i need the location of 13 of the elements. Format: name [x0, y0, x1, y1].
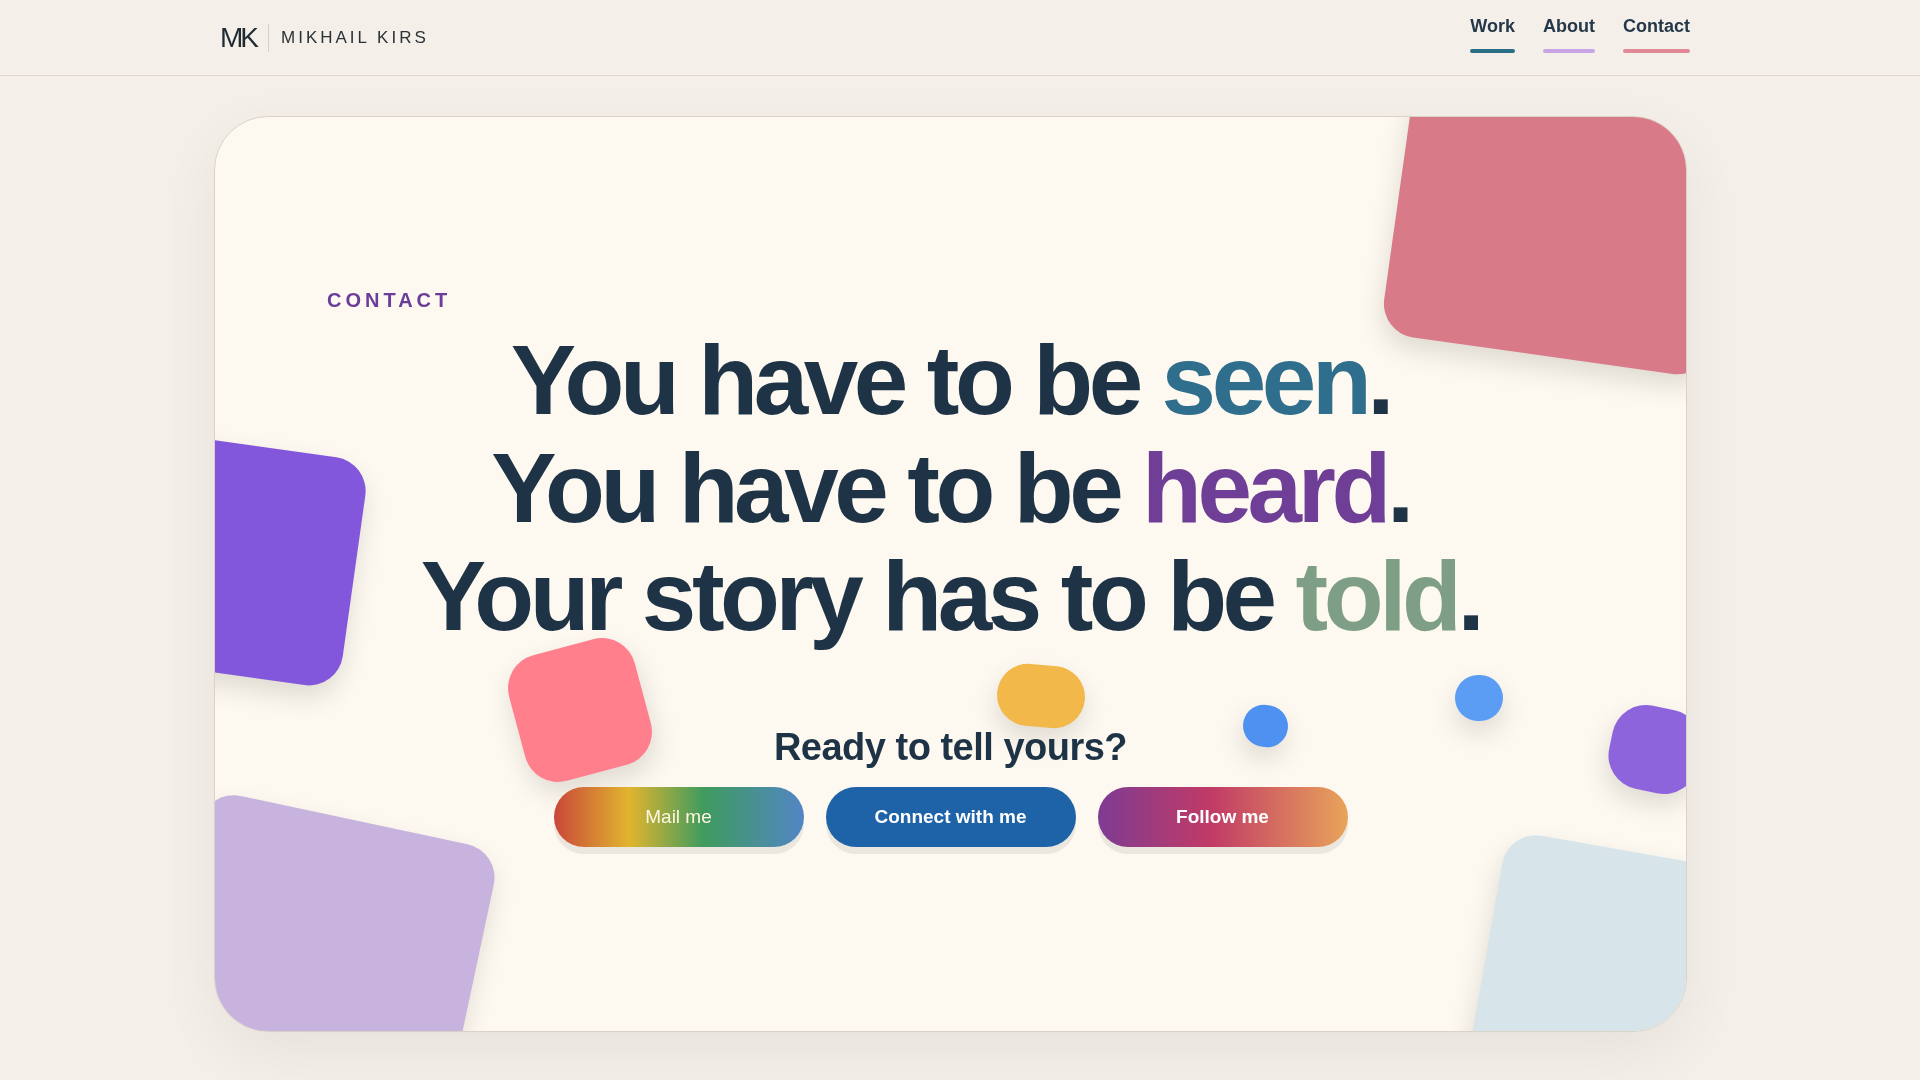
nav-link[interactable]: Contact — [1623, 16, 1690, 53]
site-name: MIKHAIL KIRS — [281, 27, 429, 48]
nav-link[interactable]: About — [1543, 16, 1595, 53]
headline-line: You have to be seen. — [509, 326, 1392, 434]
logo-monogram[interactable]: MK — [220, 21, 256, 54]
cta-button[interactable]: Connect with me — [825, 787, 1076, 847]
headline-line: Your story has to be told. — [420, 542, 1481, 650]
decor-tile — [1455, 675, 1503, 721]
nav-link[interactable]: Work — [1470, 16, 1515, 53]
headline-line: You have to be heard. — [490, 434, 1411, 542]
cta-button[interactable]: Follow me — [1097, 787, 1348, 847]
section-label: CONTACT — [327, 289, 452, 312]
prompt-text: Ready to tell yours? — [773, 726, 1128, 769]
